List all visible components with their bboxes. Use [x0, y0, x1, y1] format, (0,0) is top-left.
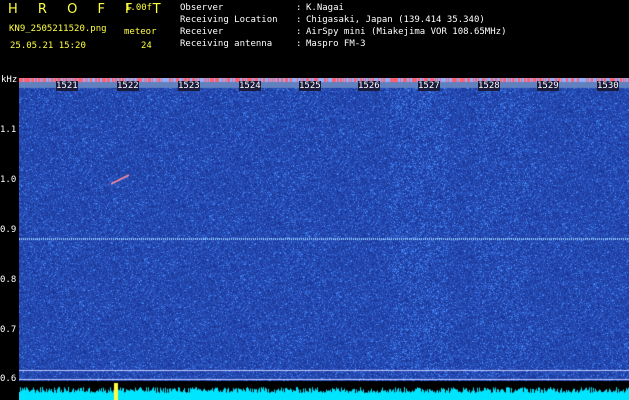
- y-tick-label: 1.0: [0, 175, 17, 185]
- x-tick-label: 1530: [597, 81, 619, 91]
- info-row-antenna: Receiving antenna : Maspro FM-3: [180, 39, 366, 51]
- y-tick-label: 0.8: [0, 275, 17, 285]
- meteor-label: meteor: [124, 27, 157, 37]
- info-value: K.Nagai: [306, 3, 344, 13]
- waterfall-canvas[interactable]: [19, 78, 629, 400]
- filename-label: KN9_2505211520.png: [9, 24, 107, 34]
- datetime-label: 25.05.21 15:20: [10, 41, 86, 51]
- y-tick-label: 1.1: [0, 125, 17, 135]
- x-tick-label: 1526: [358, 81, 380, 91]
- meteor-count: 24: [141, 41, 152, 51]
- info-sep: :: [296, 39, 302, 49]
- x-tick-label: 1521: [56, 81, 78, 91]
- info-value: Chigasaki, Japan (139.414 35.340): [306, 15, 485, 25]
- y-axis-unit: kHz: [1, 75, 18, 85]
- info-sep: :: [296, 27, 302, 37]
- y-tick-label: 0.7: [0, 325, 17, 335]
- info-sep: :: [296, 3, 302, 13]
- x-tick-label: 1527: [418, 81, 440, 91]
- header-panel: H R O F F T 1.00f KN9_2505211520.png met…: [0, 0, 629, 78]
- y-tick-label: 0.9: [0, 225, 17, 235]
- x-tick-label: 1523: [178, 81, 200, 91]
- x-tick-label: 1525: [299, 81, 321, 91]
- info-value: Maspro FM-3: [306, 39, 366, 49]
- waterfall-plot[interactable]: [19, 78, 629, 400]
- info-row-location: Receiving Location : Chigasaki, Japan (1…: [180, 15, 485, 27]
- observation-info: Observer : K.Nagai Receiving Location : …: [180, 3, 506, 51]
- version-label: 1.00f: [125, 3, 153, 13]
- x-tick-label: 1522: [117, 81, 139, 91]
- x-tick-label: 1528: [478, 81, 500, 91]
- info-key: Receiver: [180, 27, 224, 37]
- info-key: Observer: [180, 3, 224, 13]
- info-sep: :: [296, 15, 302, 25]
- info-key: Receiving antenna: [180, 39, 273, 49]
- info-value: AirSpy mini (Miakejima VOR 108.65MHz): [306, 27, 507, 37]
- info-row-receiver: Receiver : AirSpy mini (Miakejima VOR 10…: [180, 27, 506, 39]
- info-row-observer: Observer : K.Nagai: [180, 3, 344, 15]
- info-key: Receiving Location: [180, 15, 278, 25]
- y-tick-label: 0.6: [0, 374, 17, 384]
- x-tick-label: 1529: [537, 81, 559, 91]
- x-tick-label: 1524: [239, 81, 261, 91]
